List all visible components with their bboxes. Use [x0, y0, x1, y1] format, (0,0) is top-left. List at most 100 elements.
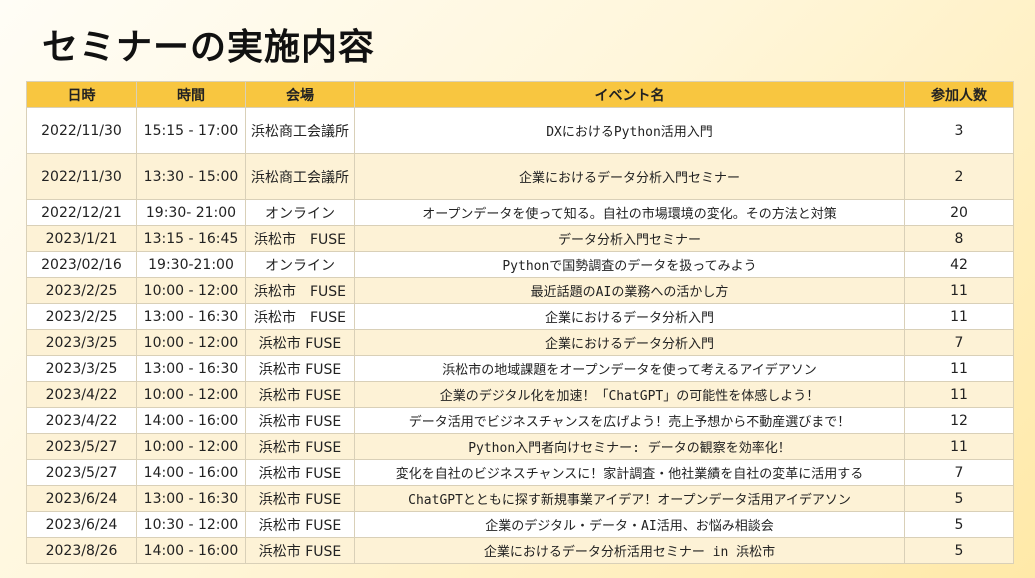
- event-name-cell: オープンデータを使って知る。自社の市場環境の変化。その方法と対策: [354, 199, 905, 226]
- table-row: 2022/12/21 19:30- 21:00 オンライン オープンデータを使って知る…: [26, 199, 1014, 226]
- date-cell: 2023/3/25: [26, 329, 137, 356]
- venue-cell: 浜松市 FUSE: [245, 277, 355, 304]
- date-cell: 2023/4/22: [26, 381, 137, 408]
- time-cell: 15:15 - 17:00: [136, 107, 246, 154]
- participants-cell: 11: [904, 303, 1014, 330]
- date-cell: 2023/8/26: [26, 537, 137, 564]
- venue-cell: 浜松市 FUSE: [245, 355, 355, 382]
- venue-cell: 浜松市 FUSE: [245, 511, 355, 538]
- time-cell: 13:30 - 15:00: [136, 153, 246, 200]
- date-cell: 2022/11/30: [26, 153, 137, 200]
- table-row: 2022/11/30 15:15 - 17:00 浜松商工会議所 DXにおけるPyth…: [26, 107, 1014, 154]
- event-name-cell: 企業のデジタル・データ・AI活用、お悩み相談会: [354, 511, 905, 538]
- participants-cell: 7: [904, 459, 1014, 486]
- table-header-row: 日時 時間 会場 イベント名 参加人数: [26, 81, 1014, 108]
- venue-cell: 浜松市 FUSE: [245, 459, 355, 486]
- participants-cell: 11: [904, 433, 1014, 460]
- event-name-cell: DXにおけるPython活用入門: [354, 107, 905, 154]
- participants-cell: 12: [904, 407, 1014, 434]
- event-name-cell: 企業におけるデータ分析入門: [354, 329, 905, 356]
- header-date: 日時: [26, 81, 137, 108]
- time-cell: 14:00 - 16:00: [136, 459, 246, 486]
- date-cell: 2023/6/24: [26, 485, 137, 512]
- event-name-cell: Pythonで国勢調査のデータを扱ってみよう: [354, 251, 905, 278]
- participants-cell: 42: [904, 251, 1014, 278]
- participants-cell: 11: [904, 355, 1014, 382]
- event-name-cell: データ活用でビジネスチャンスを広げよう！売上予想から不動産選びまで！: [354, 407, 905, 434]
- time-cell: 10:00 - 12:00: [136, 433, 246, 460]
- page-title: セミナーの実施内容: [42, 27, 376, 68]
- time-cell: 10:00 - 12:00: [136, 277, 246, 304]
- table-row: 2023/8/26 14:00 - 16:00 浜松市 FUSE 企業におけるデータ分…: [26, 537, 1014, 564]
- date-cell: 2023/2/25: [26, 303, 137, 330]
- date-cell: 2022/11/30: [26, 107, 137, 154]
- time-cell: 13:00 - 16:30: [136, 303, 246, 330]
- event-name-cell: 企業におけるデータ分析入門: [354, 303, 905, 330]
- time-cell: 13:00 - 16:30: [136, 485, 246, 512]
- participants-cell: 5: [904, 485, 1014, 512]
- event-name-cell: 浜松市の地域課題をオープンデータを使って考えるアイデアソン: [354, 355, 905, 382]
- event-name-cell: 変化を自社のビジネスチャンスに！家計調査・他社業績を自社の変革に活用する: [354, 459, 905, 486]
- date-cell: 2023/3/25: [26, 355, 137, 382]
- table-row: 2023/4/22 10:00 - 12:00 浜松市 FUSE 企業のデジタル化を加…: [26, 381, 1014, 408]
- table-row: 2023/5/27 10:00 - 12:00 浜松市 FUSE Python入門者向…: [26, 433, 1014, 460]
- table-row: 2023/5/27 14:00 - 16:00 浜松市 FUSE 変化を自社のビジネス…: [26, 459, 1014, 486]
- venue-cell: 浜松市 FUSE: [245, 225, 355, 252]
- event-name-cell: 最近話題のAIの業務への活かし方: [354, 277, 905, 304]
- date-cell: 2023/1/21: [26, 225, 137, 252]
- venue-cell: 浜松市 FUSE: [245, 407, 355, 434]
- event-name-cell: Python入門者向けセミナー: データの観察を効率化！: [354, 433, 905, 460]
- venue-cell: オンライン: [245, 199, 355, 226]
- participants-cell: 11: [904, 381, 1014, 408]
- time-cell: 10:00 - 12:00: [136, 329, 246, 356]
- event-name-cell: データ分析入門セミナー: [354, 225, 905, 252]
- date-cell: 2023/2/25: [26, 277, 137, 304]
- venue-cell: 浜松市 FUSE: [245, 485, 355, 512]
- participants-cell: 11: [904, 277, 1014, 304]
- seminar-table: 日時 時間 会場 イベント名 参加人数 2022/11/30 15:15 - 17…: [26, 81, 1014, 564]
- venue-cell: 浜松市 FUSE: [245, 303, 355, 330]
- venue-cell: 浜松市 FUSE: [245, 381, 355, 408]
- time-cell: 19:30- 21:00: [136, 199, 246, 226]
- venue-cell: 浜松商工会議所: [245, 153, 355, 200]
- header-time: 時間: [136, 81, 246, 108]
- event-name-cell: ChatGPTとともに探す新規事業アイデア！オープンデータ活用アイデアソン: [354, 485, 905, 512]
- time-cell: 14:00 - 16:00: [136, 407, 246, 434]
- event-name-cell: 企業のデジタル化を加速！「ChatGPT」の可能性を体感しよう！: [354, 381, 905, 408]
- header-venue: 会場: [245, 81, 355, 108]
- participants-cell: 7: [904, 329, 1014, 356]
- time-cell: 14:00 - 16:00: [136, 537, 246, 564]
- table-row: 2022/11/30 13:30 - 15:00 浜松商工会議所 企業におけるデータ分…: [26, 153, 1014, 200]
- date-cell: 2023/5/27: [26, 433, 137, 460]
- participants-cell: 20: [904, 199, 1014, 226]
- date-cell: 2023/02/16: [26, 251, 137, 278]
- date-cell: 2022/12/21: [26, 199, 137, 226]
- event-name-cell: 企業におけるデータ分析活用セミナー in 浜松市: [354, 537, 905, 564]
- participants-cell: 8: [904, 225, 1014, 252]
- time-cell: 19:30-21:00: [136, 251, 246, 278]
- venue-cell: 浜松市 FUSE: [245, 433, 355, 460]
- time-cell: 13:00 - 16:30: [136, 355, 246, 382]
- participants-cell: 2: [904, 153, 1014, 200]
- participants-cell: 5: [904, 511, 1014, 538]
- header-event-name: イベント名: [354, 81, 905, 108]
- event-name-cell: 企業におけるデータ分析入門セミナー: [354, 153, 905, 200]
- venue-cell: オンライン: [245, 251, 355, 278]
- date-cell: 2023/6/24: [26, 511, 137, 538]
- table-row: 2023/4/22 14:00 - 16:00 浜松市 FUSE データ活用でビジネス…: [26, 407, 1014, 434]
- venue-cell: 浜松市 FUSE: [245, 537, 355, 564]
- table-row: 2023/6/24 10:30 - 12:00 浜松市 FUSE 企業のデジタル・デー…: [26, 511, 1014, 538]
- date-cell: 2023/5/27: [26, 459, 137, 486]
- table-row: 2023/6/24 13:00 - 16:30 浜松市 FUSE ChatGPTととも…: [26, 485, 1014, 512]
- participants-cell: 5: [904, 537, 1014, 564]
- time-cell: 10:30 - 12:00: [136, 511, 246, 538]
- venue-cell: 浜松市 FUSE: [245, 329, 355, 356]
- table-row: 2023/2/25 13:00 - 16:30 浜松市 FUSE 企業におけるデータ分…: [26, 303, 1014, 330]
- table-row: 2023/3/25 13:00 - 16:30 浜松市 FUSE 浜松市の地域課題をオ…: [26, 355, 1014, 382]
- table-row: 2023/2/25 10:00 - 12:00 浜松市 FUSE 最近話題のAIの業務…: [26, 277, 1014, 304]
- venue-cell: 浜松商工会議所: [245, 107, 355, 154]
- participants-cell: 3: [904, 107, 1014, 154]
- time-cell: 13:15 - 16:45: [136, 225, 246, 252]
- header-participants: 参加人数: [904, 81, 1014, 108]
- table-row: 2023/1/21 13:15 - 16:45 浜松市 FUSE データ分析入門セミナ…: [26, 225, 1014, 252]
